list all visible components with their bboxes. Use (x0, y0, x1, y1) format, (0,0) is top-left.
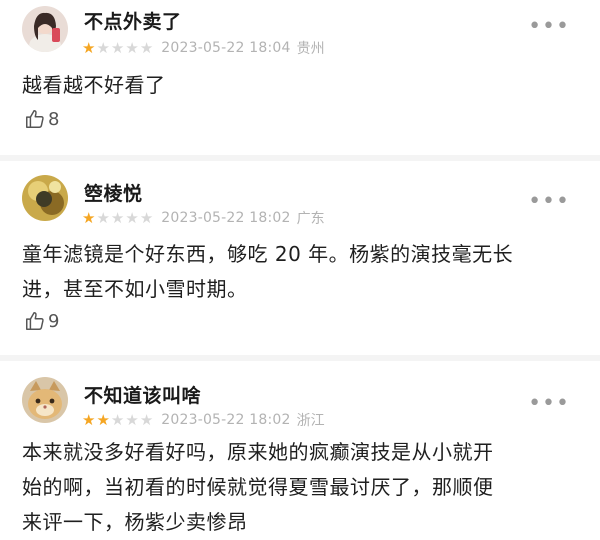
like-count: 9 (48, 310, 60, 332)
review-item: 不点外卖了 ★ ★ ★ ★ ★ 2023-05-22 18:04 贵州 ••• … (0, 0, 600, 155)
username[interactable]: 箜棱悦 (84, 179, 143, 206)
more-options-icon[interactable]: ••• (528, 16, 570, 38)
username[interactable]: 不点外卖了 (84, 7, 182, 34)
review-item: 箜棱悦 ★ ★ ★ ★ ★ 2023-05-22 18:02 广东 ••• 童年… (0, 161, 600, 356)
star-icon: ★ (110, 39, 125, 57)
review-content-line: 童年滤镜是个好东西，够吃 20 年。杨紫的演技毫无长 (22, 242, 514, 266)
review-region: 广东 (296, 211, 325, 227)
star-rating: ★ ★ ★ ★ ★ (82, 40, 153, 56)
thumbs-up-icon (26, 312, 44, 330)
star-icon: ★ (96, 411, 110, 429)
star-rating: ★ ★ ★ ★ ★ (82, 210, 153, 226)
star-icon: ★ (139, 39, 154, 57)
star-rating: ★ ★ ★ ★ ★ (82, 412, 153, 428)
username[interactable]: 不知道该叫啥 (84, 381, 201, 408)
review-content-line: 进，甚至不如小雪时期。 (22, 277, 248, 301)
star-icon: ★ (110, 209, 125, 227)
review-date: 2023-05-22 18:04 (161, 40, 291, 56)
review-content: 越看越不好看了 (22, 73, 166, 97)
more-options-icon[interactable]: ••• (528, 191, 570, 213)
review-item: 不知道该叫啥 ★ ★ ★ ★ ★ 2023-05-22 18:02 浙江 •••… (0, 361, 600, 536)
like-button[interactable]: 8 (24, 106, 59, 132)
review-date: 2023-05-22 18:02 (161, 412, 291, 428)
review-content: 童年滤镜是个好东西，够吃 20 年。杨紫的演技毫无长 进，甚至不如小雪时期。 (22, 237, 582, 307)
star-icon: ★ (139, 411, 154, 429)
avatar[interactable] (22, 175, 68, 221)
review-content-line: 来评一下，杨紫少卖惨昂 (22, 510, 248, 534)
review-region: 浙江 (296, 413, 325, 429)
more-options-icon[interactable]: ••• (528, 393, 570, 415)
star-icon: ★ (110, 411, 125, 429)
like-button[interactable]: 9 (24, 308, 59, 334)
review-date: 2023-05-22 18:02 (161, 210, 291, 226)
review-meta: ★ ★ ★ ★ ★ 2023-05-22 18:04 贵州 (82, 38, 325, 58)
review-meta: ★ ★ ★ ★ ★ 2023-05-22 18:02 广东 (82, 208, 325, 228)
star-icon: ★ (125, 411, 139, 429)
star-icon: ★ (82, 411, 96, 429)
review-content-line: 始的啊，当初看的时候就觉得夏雪最讨厌了，那顺便 (22, 475, 494, 499)
star-icon: ★ (125, 39, 139, 57)
review-region: 贵州 (296, 41, 325, 57)
star-icon: ★ (82, 209, 96, 227)
avatar[interactable] (22, 377, 68, 423)
avatar[interactable] (22, 6, 68, 52)
like-count: 8 (48, 108, 60, 130)
review-feed: 不点外卖了 ★ ★ ★ ★ ★ 2023-05-22 18:04 贵州 ••• … (0, 0, 600, 536)
star-icon: ★ (139, 209, 154, 227)
review-content: 本来就没多好看好吗，原来她的疯癫演技是从小就开 始的啊，当初看的时候就觉得夏雪最… (22, 435, 582, 540)
star-icon: ★ (96, 39, 110, 57)
review-meta: ★ ★ ★ ★ ★ 2023-05-22 18:02 浙江 (82, 410, 325, 430)
review-content-line: 本来就没多好看好吗，原来她的疯癫演技是从小就开 (22, 440, 494, 464)
star-icon: ★ (96, 209, 110, 227)
star-icon: ★ (125, 209, 139, 227)
thumbs-up-icon (26, 110, 44, 128)
star-icon: ★ (82, 39, 96, 57)
